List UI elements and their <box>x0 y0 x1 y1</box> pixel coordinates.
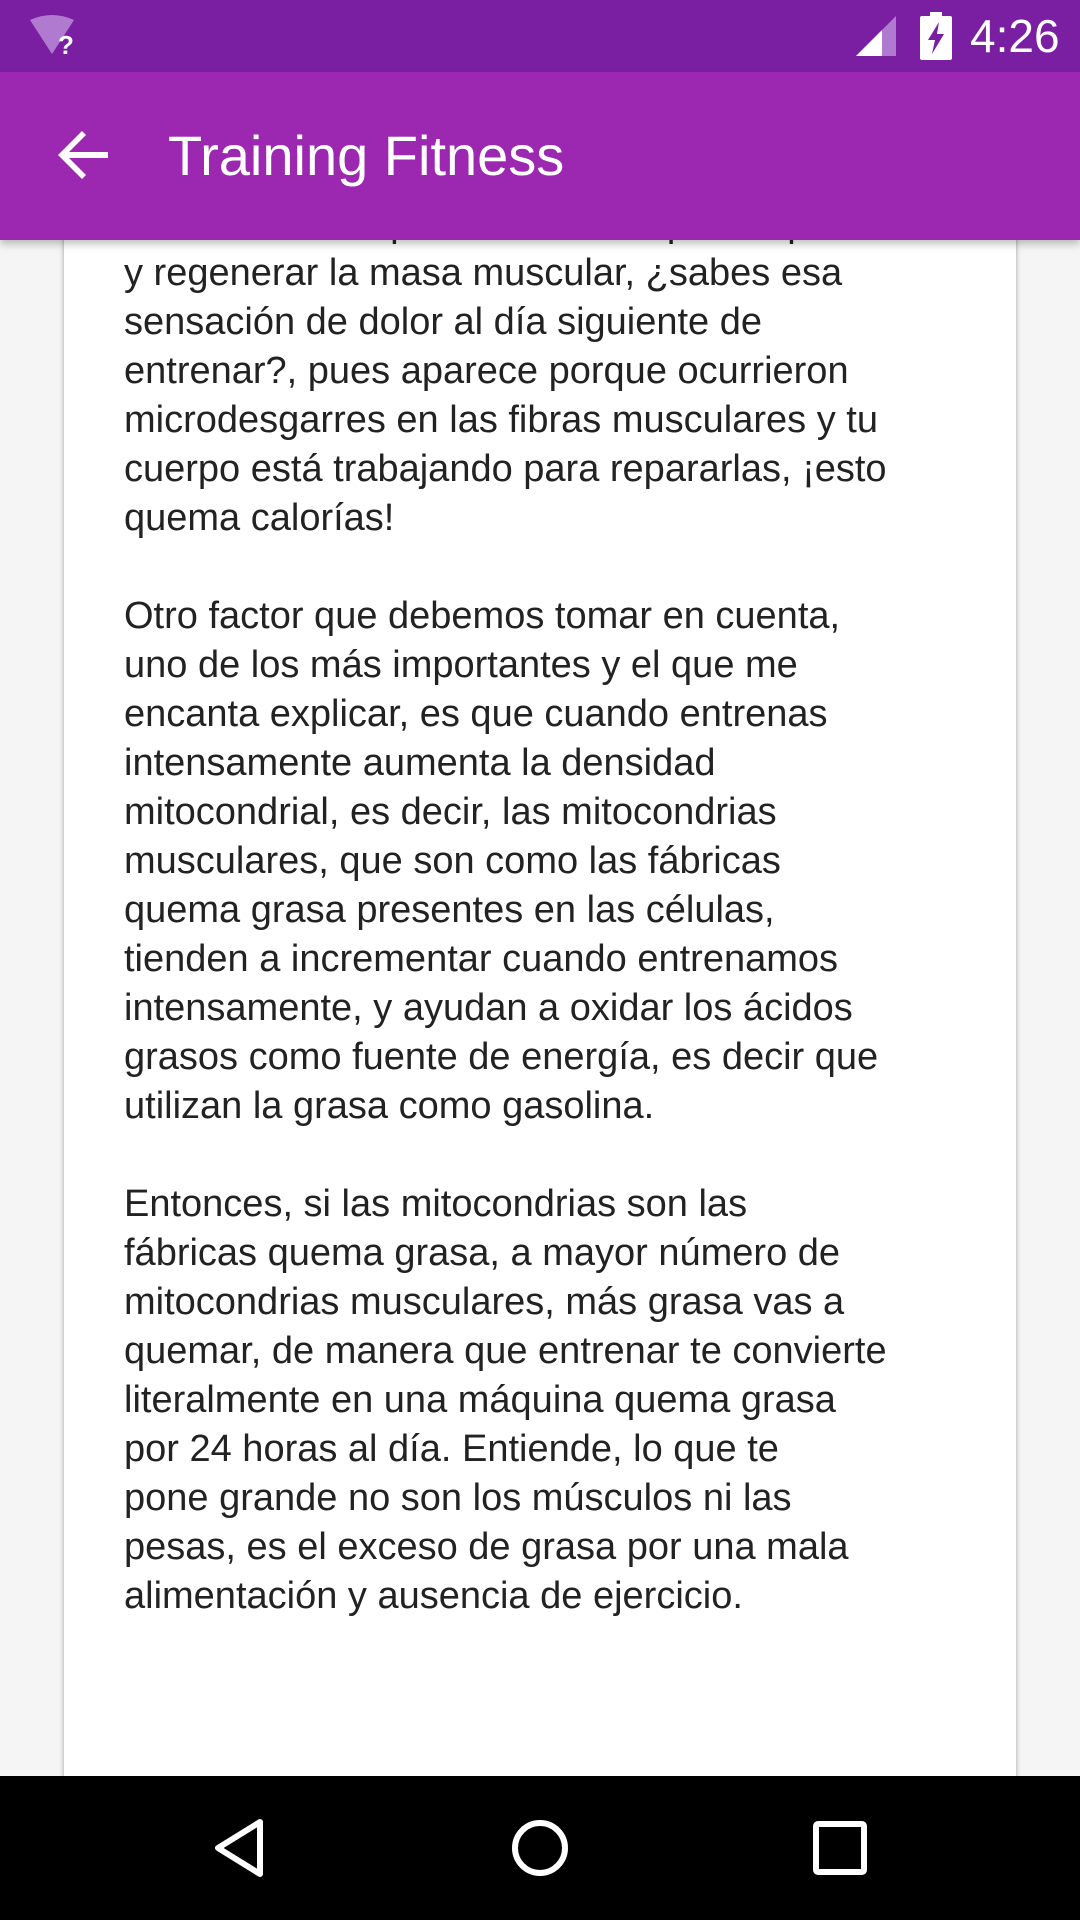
article-line: musculares, que son como las fábricas <box>124 840 781 882</box>
article-line: quemar, de manera que entrenar te convie… <box>124 1330 887 1372</box>
article-line: cuerpo está trabajando para repararlas, … <box>124 448 887 490</box>
article-line: utilizan la grasa como gasolina. <box>124 1085 655 1127</box>
article-line: quema grasa presentes en las células, <box>124 889 775 931</box>
article-line: uno de los más importantes y el que me <box>124 644 798 686</box>
nav-recents-button[interactable] <box>804 1812 876 1884</box>
article-line: intensamente, y ayudan a oxidar los ácid… <box>124 987 853 1029</box>
page-title: Training Fitness <box>168 124 565 187</box>
article-scroll-area[interactable]: entrenamiento quemas calorías para repar… <box>0 240 1080 1776</box>
article-line: microdesgarres en las fibras musculares … <box>124 399 878 441</box>
article-line: por 24 horas al día. Entiende, lo que te <box>124 1428 779 1470</box>
svg-text:?: ? <box>58 30 74 58</box>
arrow-back-icon <box>58 131 108 179</box>
article-line: entrenamiento quemas calorías para repar… <box>124 240 984 249</box>
back-button[interactable] <box>42 114 126 198</box>
article-line: grasos como fuente de energía, es decir … <box>124 1036 879 1078</box>
article-card: entrenamiento quemas calorías para repar… <box>64 240 1016 1776</box>
nav-back-button[interactable] <box>204 1812 276 1884</box>
article-line: pesas, es el exceso de grasa por una mal… <box>124 1526 849 1568</box>
cell-signal-icon <box>852 14 898 58</box>
article-line: literalmente en una máquina quema grasa <box>124 1379 836 1421</box>
app-toolbar: Training Fitness <box>0 72 1080 240</box>
article-line: encanta explicar, es que cuando entrenas <box>124 693 828 735</box>
nav-home-icon <box>512 1820 568 1876</box>
article-line: entrenar?, pues aparece porque ocurriero… <box>124 350 849 392</box>
navigation-bar <box>0 1776 1080 1920</box>
article-line: y regenerar la masa muscular, ¿sabes esa <box>124 252 843 294</box>
article-line: pone grande no son los músculos ni las <box>124 1477 792 1519</box>
battery-charging-icon <box>920 12 952 60</box>
status-time: 4:26 <box>970 10 1060 62</box>
article-line: mitocondrial, es decir, las mitocondrias <box>124 791 777 833</box>
nav-back-icon <box>215 1819 263 1877</box>
nav-home-button[interactable] <box>504 1812 576 1884</box>
article-line: Entonces, si las mitocondrias son las <box>124 1183 748 1225</box>
nav-recents-icon <box>813 1821 867 1875</box>
wifi-unknown-icon: ? <box>28 14 82 60</box>
article-body: entrenamiento quemas calorías para repar… <box>124 240 984 1621</box>
article-line: Otro factor que debemos tomar en cuenta, <box>124 595 841 637</box>
article-line: quema calorías! <box>124 497 395 539</box>
article-line: intensamente aumenta la densidad <box>124 742 716 784</box>
article-line: mitocondrias musculares, más grasa vas a <box>124 1281 845 1323</box>
article-line: alimentación y ausencia de ejercicio. <box>124 1575 743 1617</box>
article-line: sensación de dolor al día siguiente de <box>124 301 763 343</box>
article-line: fábricas quema grasa, a mayor número de <box>124 1232 841 1274</box>
article-line: tienden a incrementar cuando entrenamos <box>124 938 839 980</box>
status-bar: ? 4:26 <box>0 0 1080 72</box>
